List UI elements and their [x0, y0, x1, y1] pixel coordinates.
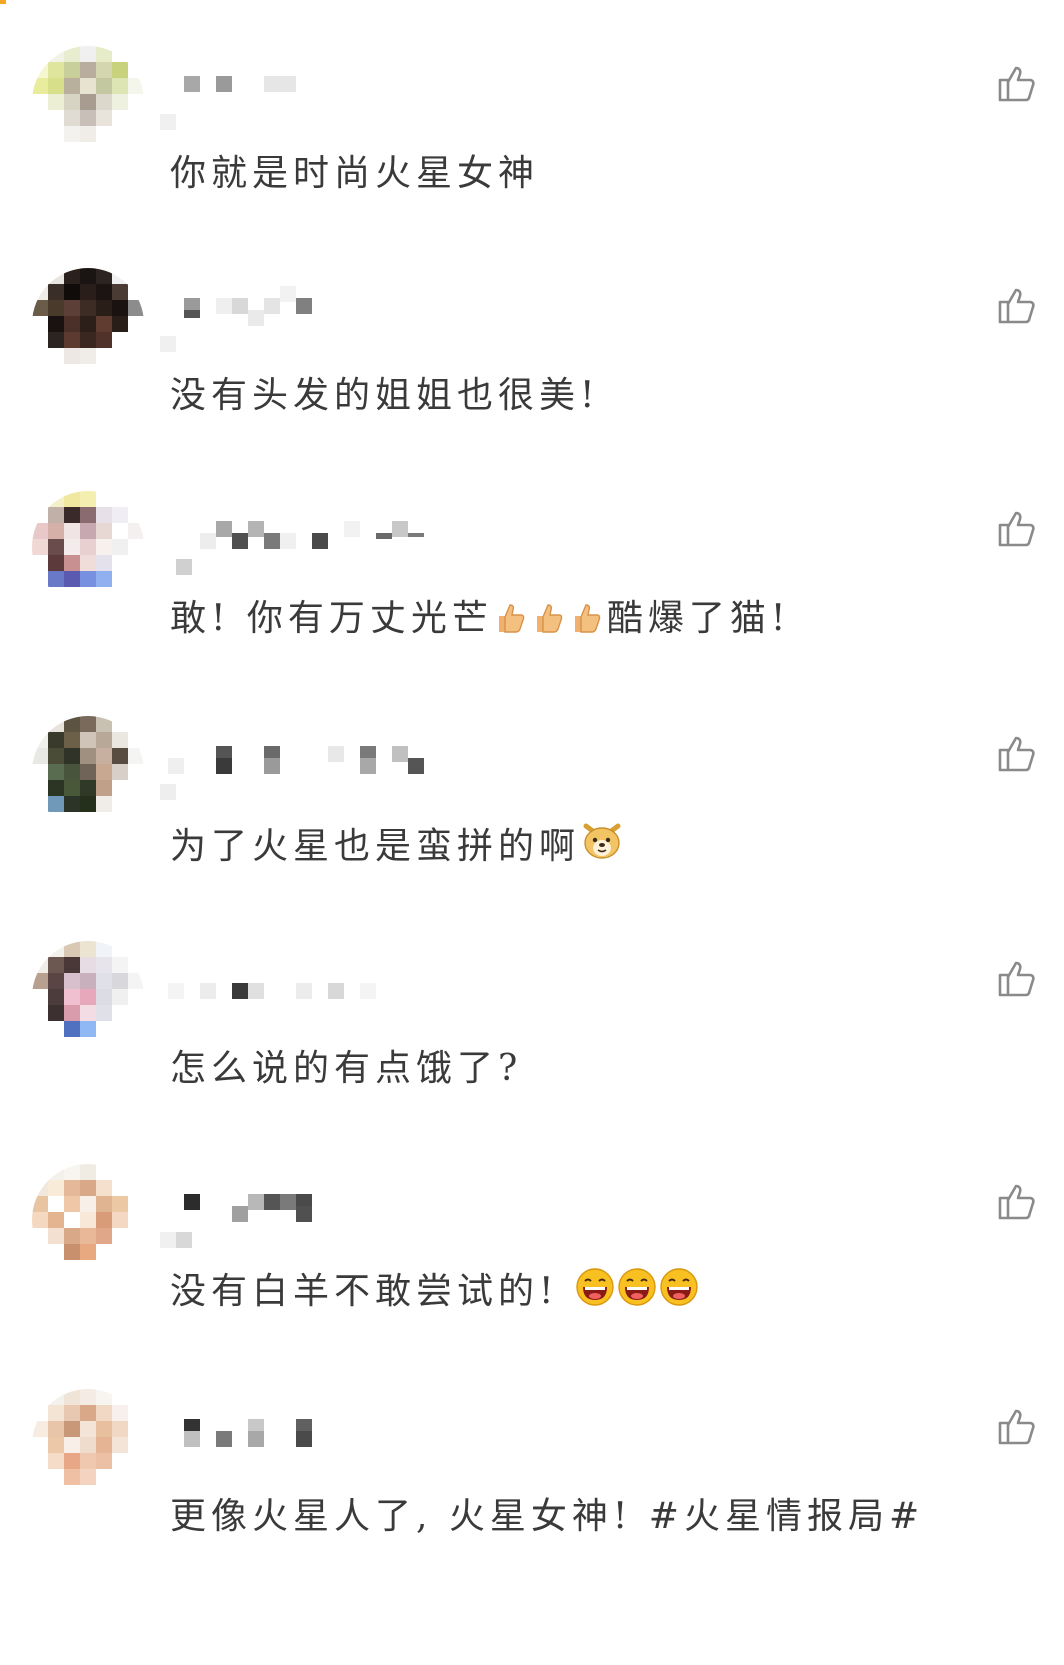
username-redacted[interactable] [168, 1188, 468, 1222]
comment-text: 怎么说的有点饿了? [170, 1048, 523, 1089]
accent-corner-mark [0, 0, 6, 4]
like-button[interactable] [996, 62, 1038, 104]
like-button[interactable] [996, 957, 1038, 999]
like-button[interactable] [996, 507, 1038, 549]
username-redacted[interactable] [168, 286, 468, 326]
thumbs-up-outline-icon [998, 1184, 1035, 1220]
avatar[interactable] [32, 716, 144, 828]
like-button[interactable] [996, 732, 1038, 774]
comment-text: 没有白羊不敢尝试的! [170, 1266, 701, 1318]
comment-text: 敢! 你有万丈光芒 酷爆了猫! [170, 593, 790, 645]
thumbs-up-emoji-icon [569, 599, 605, 635]
thumbs-up-outline-icon [998, 511, 1035, 547]
thumbs-up-outline-icon [998, 66, 1035, 102]
comment-text-before: 没有白羊不敢尝试的! [170, 1271, 575, 1312]
comment-item: 敢! 你有万丈光芒 酷爆了猫! [0, 485, 1064, 723]
thumbs-up-outline-icon [998, 961, 1035, 997]
laughing-face-emoji-icon [659, 1267, 699, 1307]
comment-text: 你就是时尚火星女神 [170, 153, 540, 194]
doge-emoji-icon [580, 818, 624, 862]
comment-text: 没有头发的姐姐也很美! [170, 375, 600, 416]
comment-item: 你就是时尚火星女神 [0, 40, 1064, 278]
username-redacted[interactable] [168, 515, 468, 549]
comment-text: 更像火星人了, 火星女神! #火星情报局# [170, 1496, 925, 1537]
avatar[interactable] [32, 1389, 144, 1501]
comment-item: 没有头发的姐姐也很美! [0, 262, 1064, 500]
laughing-face-emoji-icon [575, 1267, 615, 1307]
timestamp-redacted [160, 784, 208, 800]
username-redacted[interactable] [168, 70, 468, 104]
laughing-face-emoji-icon [617, 1267, 657, 1307]
avatar[interactable] [32, 1164, 144, 1276]
comment-item: 为了火星也是蛮拼的啊 [0, 710, 1064, 948]
comment-text-after: 酷爆了猫! [606, 598, 791, 639]
comment-item: 没有白羊不敢尝试的! [0, 1158, 1064, 1396]
timestamp-redacted [160, 1232, 208, 1248]
thumbs-up-emoji-icon [531, 599, 567, 635]
comment-text: 为了火星也是蛮拼的啊 [170, 818, 626, 873]
like-button[interactable] [996, 284, 1038, 326]
like-button[interactable] [996, 1180, 1038, 1222]
username-redacted[interactable] [168, 1413, 468, 1447]
avatar[interactable] [32, 46, 144, 158]
comment-text-before: 敢! 你有万丈光芒 [170, 598, 493, 639]
thumbs-up-outline-icon [998, 1409, 1035, 1445]
like-button[interactable] [996, 1405, 1038, 1447]
thumbs-up-outline-icon [998, 288, 1035, 324]
timestamp-redacted [168, 559, 208, 575]
thumbs-up-outline-icon [998, 736, 1035, 772]
timestamp-redacted [160, 114, 208, 130]
thumbs-up-emoji-icon [493, 599, 529, 635]
avatar[interactable] [32, 268, 144, 380]
avatar[interactable] [32, 941, 144, 1053]
comment-text-before: 为了火星也是蛮拼的啊 [170, 826, 581, 867]
username-redacted[interactable] [168, 965, 468, 999]
comment-item: 更像火星人了, 火星女神! #火星情报局# [0, 1383, 1064, 1621]
comment-item: 怎么说的有点饿了? [0, 935, 1064, 1173]
timestamp-redacted [160, 336, 208, 352]
avatar[interactable] [32, 491, 144, 603]
username-redacted[interactable] [168, 740, 468, 774]
